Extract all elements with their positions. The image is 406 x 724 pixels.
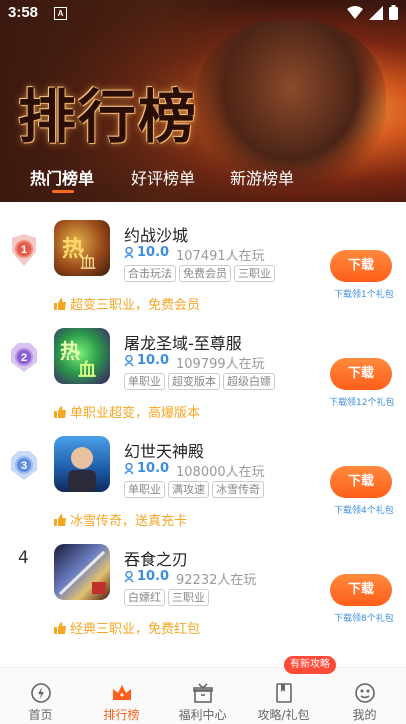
rank-number: 4	[18, 548, 29, 568]
thumbs-up-icon	[54, 297, 66, 310]
nav-label: 首页	[28, 708, 53, 722]
list-item[interactable]: 1 热血 约战沙城 10.0 107491人在玩 合击玩法 免费会员 三职业 下…	[0, 202, 406, 313]
tag: 单职业	[124, 481, 165, 498]
status-time: 3:58	[8, 4, 39, 21]
svg-text:1: 1	[21, 244, 27, 256]
promo-text: 经典三职业，免费红包	[70, 622, 201, 637]
game-name[interactable]: 吞食之刃	[124, 546, 188, 570]
tag: 满攻速	[168, 481, 209, 498]
signal-icon	[369, 5, 383, 20]
score-user-icon	[124, 570, 134, 582]
gift-note: 下载领8个礼包	[334, 614, 394, 624]
user-icon	[355, 683, 375, 703]
download-button[interactable]: 下载	[330, 466, 392, 498]
thumbs-up-icon	[54, 513, 66, 526]
game-name[interactable]: 幻世天神殿	[124, 438, 204, 462]
app-icon[interactable]: 热血	[54, 328, 110, 384]
svg-text:热: 热	[60, 339, 80, 363]
svg-text:血: 血	[80, 253, 96, 272]
nav-label: 我的	[352, 708, 377, 722]
gift-icon	[193, 683, 213, 703]
thumbs-up-icon	[54, 405, 66, 418]
tag-list: 单职业 满攻速 冰雪传奇	[124, 481, 264, 498]
game-score: 10.0	[137, 569, 170, 584]
list-item[interactable]: 4 吞食之刃 10.0 92232人在玩 白嫖红 三职业 下载 下载领8个礼包 …	[0, 526, 406, 637]
bottom-nav: 首页 排行榜 福利中心 攻略/礼包 我的	[0, 667, 406, 724]
tag: 超变版本	[168, 373, 220, 390]
gift-note: 下载领12个礼包	[329, 398, 395, 408]
svg-text:3: 3	[21, 460, 27, 472]
gift-note: 下载领4个礼包	[334, 506, 394, 516]
tag: 三职业	[168, 589, 209, 606]
tag: 合击玩法	[124, 265, 176, 282]
sim-icon: A	[54, 7, 67, 20]
nav-item-guides[interactable]: 攻略/礼包	[243, 668, 324, 724]
tag: 白嫖红	[124, 589, 165, 606]
app-icon[interactable]	[54, 544, 110, 600]
new-guide-badge: 有新攻略	[284, 656, 336, 674]
tag-list: 白嫖红 三职业	[124, 589, 209, 606]
tab-hot[interactable]: 热门榜单	[30, 165, 94, 189]
tag: 超级白嫖	[223, 373, 275, 390]
nav-label: 排行榜	[103, 708, 140, 722]
download-button[interactable]: 下载	[330, 250, 392, 282]
thumbs-up-icon	[54, 621, 66, 634]
player-count: 107491人在玩	[176, 249, 265, 264]
score-user-icon	[124, 246, 134, 258]
download-button[interactable]: 下载	[330, 574, 392, 606]
game-score: 10.0	[137, 245, 170, 260]
game-score: 10.0	[137, 461, 170, 476]
tab-good[interactable]: 好评榜单	[131, 165, 195, 189]
game-score: 10.0	[137, 353, 170, 368]
tag-list: 单职业 超变版本 超级白嫖	[124, 373, 275, 390]
rank-1-medal-icon: 1	[12, 234, 36, 266]
hero-title: 排行榜	[18, 83, 199, 151]
player-count: 109799人在玩	[176, 357, 265, 372]
player-count: 108000人在玩	[176, 465, 265, 480]
list-item[interactable]: 3 幻世天神殿 10.0 108000人在玩 单职业 满攻速 冰雪传奇 下载 下…	[0, 418, 406, 529]
player-count: 92232人在玩	[176, 573, 257, 588]
nav-label: 攻略/礼包	[257, 708, 310, 722]
home-icon	[31, 683, 51, 703]
tag: 冰雪传奇	[212, 481, 264, 498]
game-name[interactable]: 约战沙城	[124, 222, 188, 246]
game-name[interactable]: 屠龙圣域-至尊服	[124, 330, 242, 354]
list-item[interactable]: 2 热血 屠龙圣域-至尊服 10.0 109799人在玩 单职业 超变版本 超级…	[0, 310, 406, 421]
rank-2-medal-icon: 2	[11, 343, 37, 372]
nav-item-home[interactable]: 首页	[0, 668, 81, 724]
tab-new[interactable]: 新游榜单	[230, 165, 294, 189]
score-user-icon	[124, 354, 134, 366]
crown-icon	[113, 685, 131, 700]
nav-item-ranking[interactable]: 排行榜	[81, 668, 162, 724]
app-icon[interactable]	[54, 436, 110, 492]
svg-text:2: 2	[21, 352, 27, 364]
tag-list: 合击玩法 免费会员 三职业	[124, 265, 275, 282]
download-button[interactable]: 下载	[330, 358, 392, 390]
tag: 三职业	[234, 265, 275, 282]
app-icon[interactable]: 热血	[54, 220, 110, 276]
score-user-icon	[124, 462, 134, 474]
battery-icon	[389, 5, 398, 20]
wifi-icon	[347, 5, 363, 19]
book-icon	[276, 683, 292, 703]
gift-note: 下载领1个礼包	[334, 290, 394, 300]
ranking-tabs: 热门榜单 好评榜单 新游榜单	[0, 165, 406, 195]
nav-item-welfare[interactable]: 福利中心	[162, 668, 243, 724]
status-bar: 3:58 A	[0, 0, 406, 28]
nav-item-mine[interactable]: 我的	[324, 668, 405, 724]
tab-active-indicator	[52, 190, 74, 193]
rank-3-medal-icon: 3	[11, 451, 37, 480]
nav-label: 福利中心	[178, 708, 227, 722]
hero-banner: 排行榜 热门榜单 好评榜单 新游榜单	[0, 0, 406, 202]
svg-text:血: 血	[78, 359, 96, 381]
tag: 免费会员	[179, 265, 231, 282]
tag: 单职业	[124, 373, 165, 390]
